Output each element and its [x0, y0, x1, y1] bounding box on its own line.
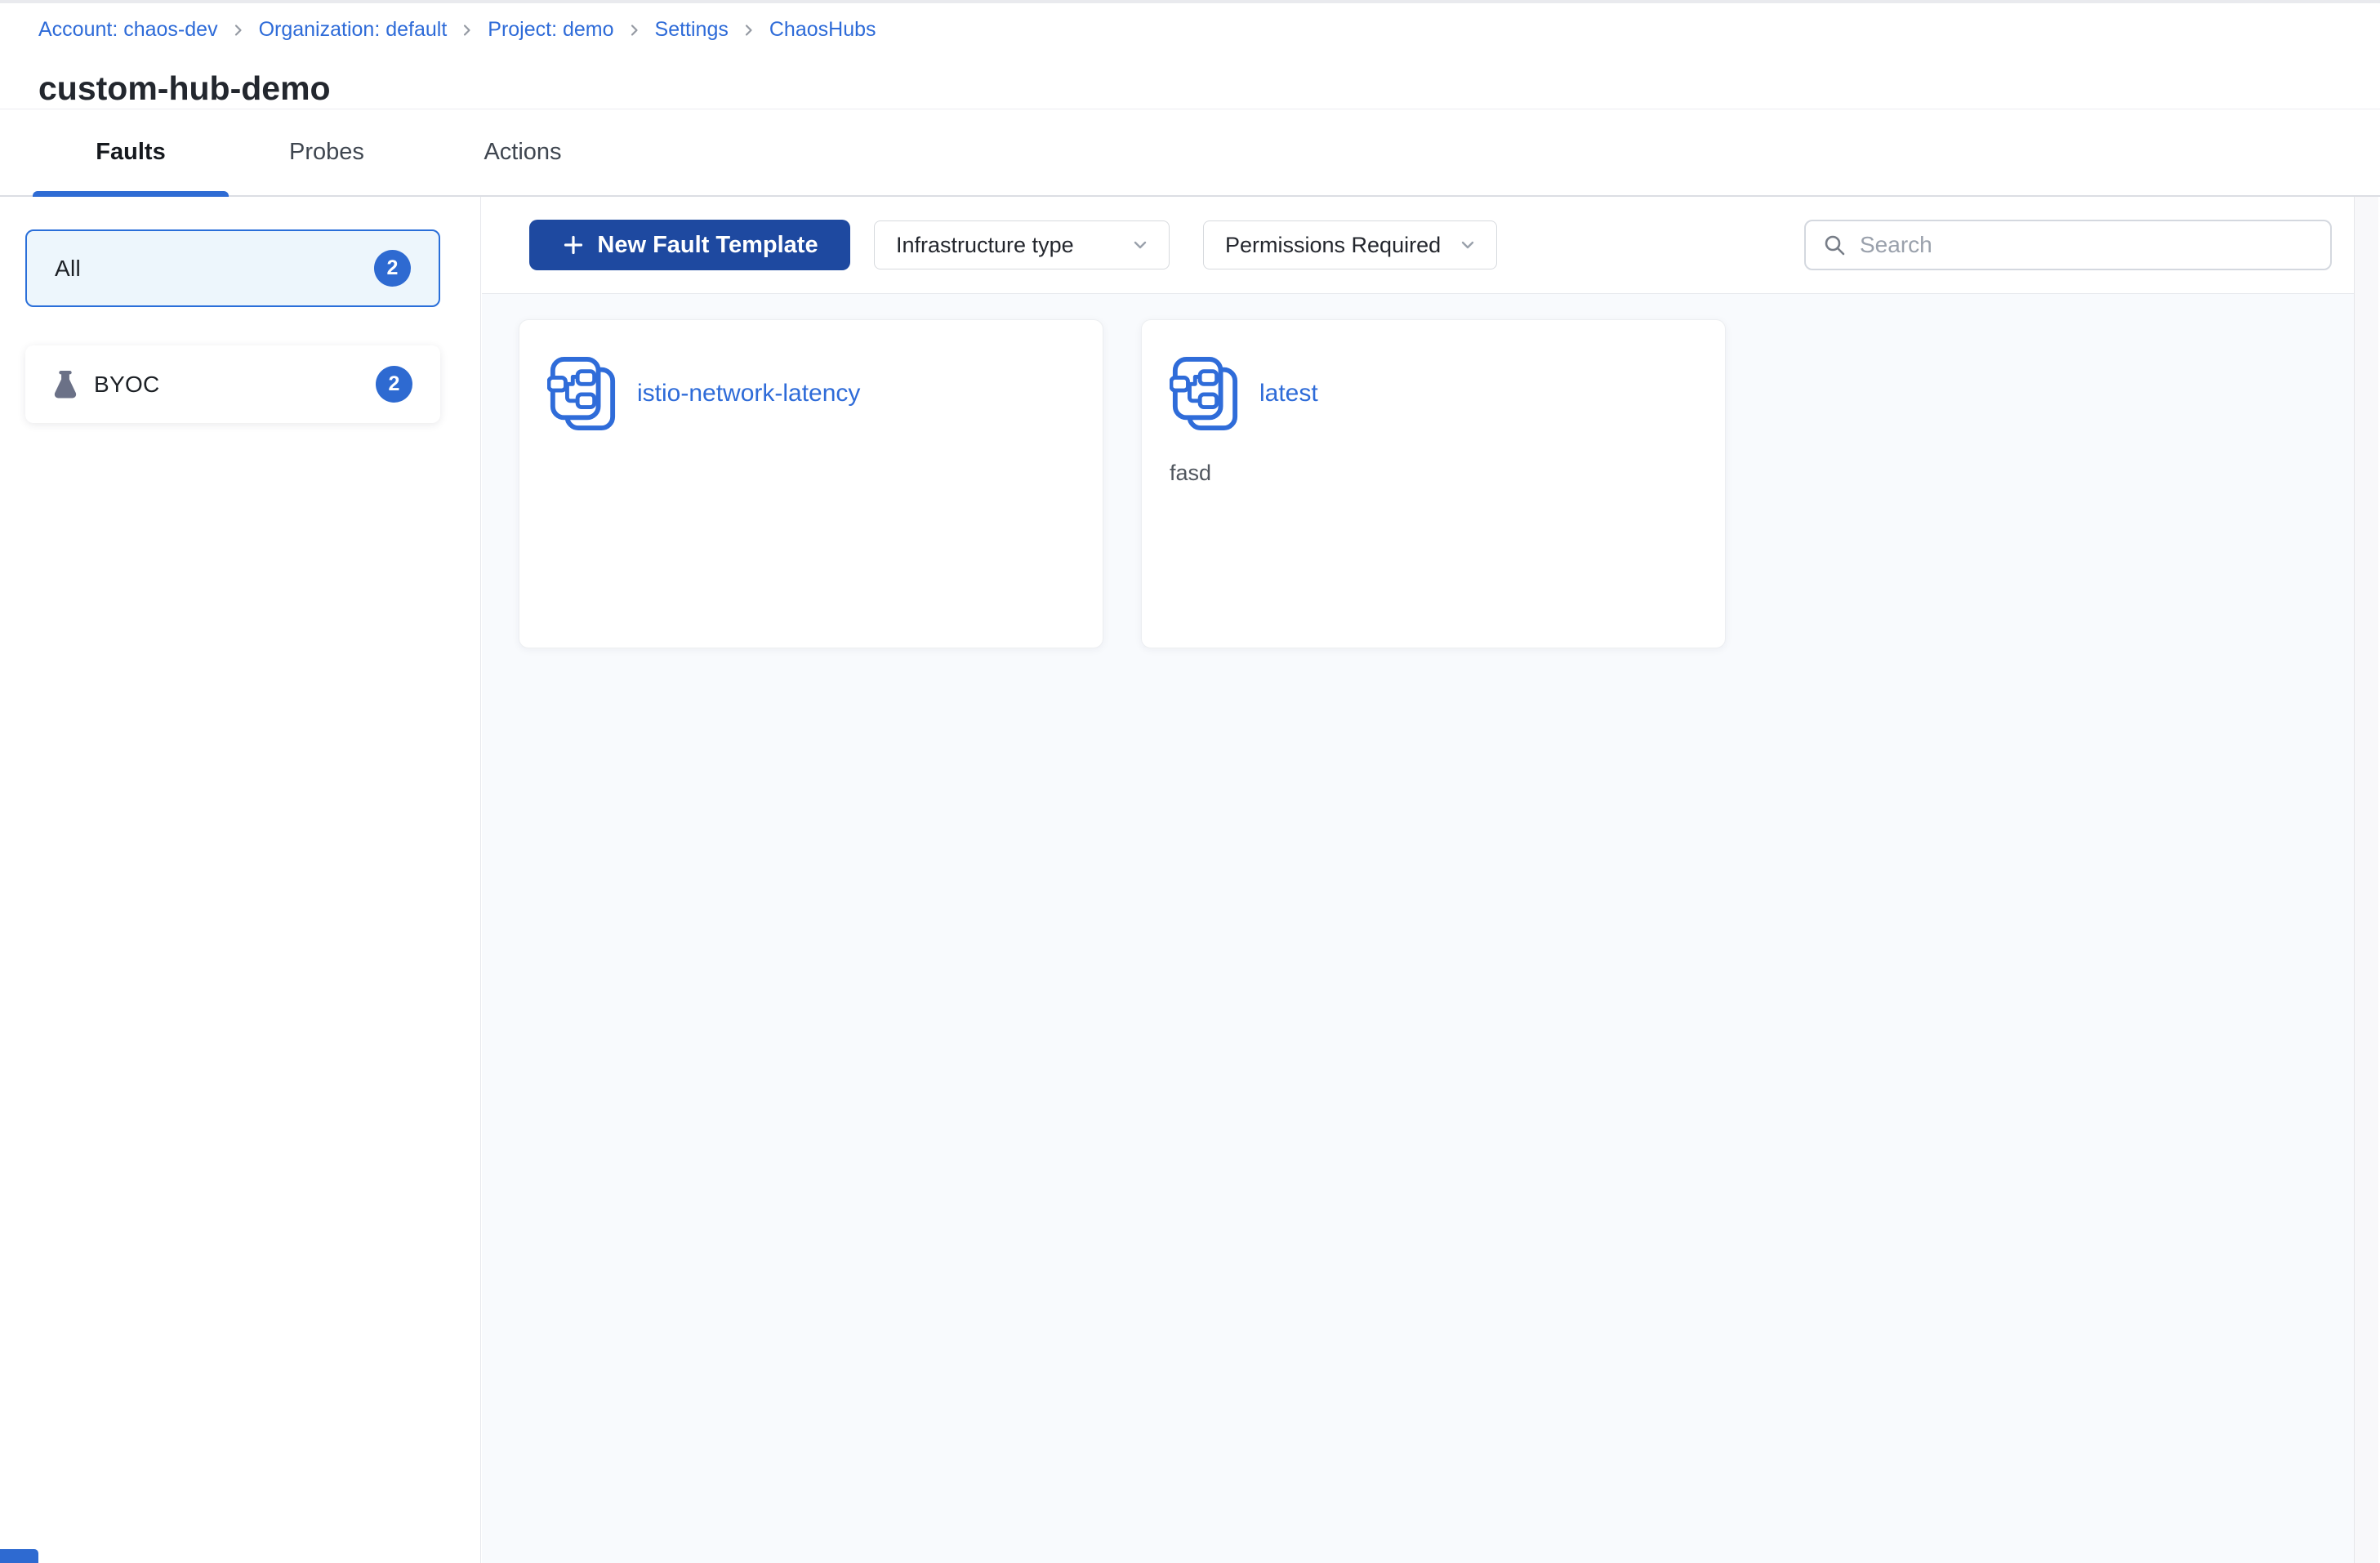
- page-title: custom-hub-demo: [38, 69, 331, 108]
- infrastructure-type-label: Infrastructure type: [896, 232, 1074, 257]
- fault-template-description: fasd: [1170, 461, 1212, 485]
- chevron-down-icon: [1130, 234, 1151, 256]
- tab-bar: Faults Probes Actions: [0, 109, 2380, 197]
- sidebar-item-all-label: All: [55, 255, 82, 281]
- new-fault-template-label: New Fault Template: [597, 231, 818, 258]
- breadcrumb-organization-link[interactable]: Organization: default: [259, 18, 448, 42]
- plus-icon: [561, 233, 586, 257]
- tab-probes-label: Probes: [289, 139, 364, 165]
- infrastructure-type-select[interactable]: Infrastructure type: [874, 220, 1170, 269]
- chevron-right-icon: [230, 22, 247, 38]
- card-header: latest: [1170, 356, 1697, 431]
- tab-faults-label: Faults: [96, 139, 166, 165]
- breadcrumb-settings-link[interactable]: Settings: [655, 18, 729, 42]
- tab-actions[interactable]: Actions: [425, 109, 621, 195]
- main-content: New Fault Template Infrastructure type P…: [482, 197, 2380, 1563]
- breadcrumb: Account: chaos-dev Organization: default…: [38, 18, 876, 42]
- fault-template-title[interactable]: istio-network-latency: [637, 380, 860, 407]
- chevron-down-icon: [1457, 234, 1478, 256]
- flask-icon: [53, 369, 78, 399]
- fault-template-title[interactable]: latest: [1259, 380, 1318, 407]
- chevron-right-icon: [626, 22, 643, 38]
- bottom-left-partial-element: [0, 1549, 38, 1563]
- tab-probes[interactable]: Probes: [229, 109, 425, 195]
- breadcrumb-account-link[interactable]: Account: chaos-dev: [38, 18, 218, 42]
- breadcrumb-chaoshubs-link[interactable]: ChaosHubs: [769, 18, 876, 42]
- fault-template-grid: istio-network-latency latest fasd: [519, 319, 1726, 648]
- chevron-right-icon: [741, 22, 757, 38]
- permissions-required-select[interactable]: Permissions Required: [1203, 220, 1497, 269]
- window-top-strip: [0, 0, 2380, 3]
- count-badge: 2: [374, 250, 411, 287]
- fault-template-icon: [1170, 356, 1240, 431]
- sidebar-item-byoc[interactable]: BYOC 2: [25, 345, 440, 423]
- permissions-required-label: Permissions Required: [1225, 232, 1442, 257]
- category-sidebar: All 2 BYOC 2: [0, 197, 481, 1563]
- fault-template-icon: [547, 356, 617, 431]
- chevron-right-icon: [459, 22, 475, 38]
- count-badge: 2: [376, 366, 412, 403]
- search-icon: [1822, 233, 1847, 257]
- search-input[interactable]: [1858, 231, 2314, 259]
- active-tab-underline: [33, 191, 229, 197]
- card-header: istio-network-latency: [547, 356, 1075, 431]
- fault-template-card[interactable]: istio-network-latency: [519, 319, 1103, 648]
- breadcrumb-project-link[interactable]: Project: demo: [488, 18, 613, 42]
- tab-faults[interactable]: Faults: [33, 109, 229, 197]
- sidebar-item-all[interactable]: All 2: [25, 229, 440, 307]
- tab-actions-label: Actions: [484, 139, 562, 165]
- new-fault-template-button[interactable]: New Fault Template: [529, 220, 850, 270]
- search-field: [1804, 220, 2332, 270]
- sidebar-item-byoc-label: BYOC: [94, 371, 160, 397]
- fault-template-card[interactable]: latest fasd: [1141, 319, 1726, 648]
- fault-template-description: [547, 461, 1075, 485]
- toolbar: New Fault Template Infrastructure type P…: [482, 197, 2354, 294]
- scrollbar-track[interactable]: [2354, 197, 2380, 1563]
